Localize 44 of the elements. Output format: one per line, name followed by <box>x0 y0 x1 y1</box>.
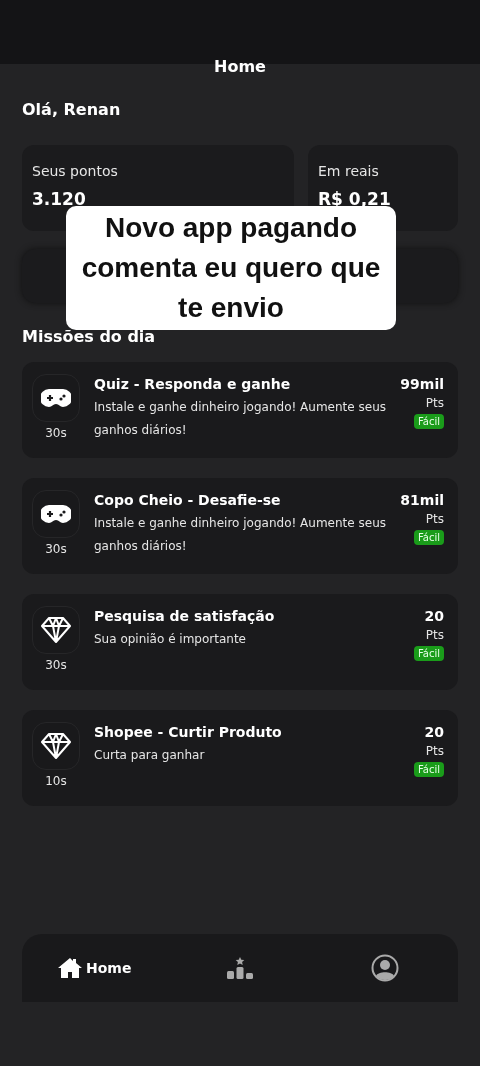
greeting: Olá, Renan <box>22 100 122 119</box>
difficulty-tag: Fácil <box>413 414 444 429</box>
gamepad-icon <box>41 388 71 408</box>
section-title: Missões do dia <box>22 327 157 346</box>
mission-description: Instale e ganhe dinheiro jogando! Aumente seus ganhos diários! <box>94 515 387 555</box>
points-unit: Pts <box>425 512 444 526</box>
home-icon <box>57 957 82 979</box>
duration: 30s <box>45 426 67 440</box>
points-unit: Pts <box>425 628 444 642</box>
page-title: Home <box>213 60 267 78</box>
mission-card[interactable]: 30s Copo Cheio - Desafie-se Instale e ganhe dinheiro jogando! Aumente seus ganhos diários! 81mil Pts Fácil <box>22 478 458 574</box>
mission-card[interactable]: 30s Pesquisa de satisfação Sua opinião é importante 20 Pts Fácil <box>22 594 458 690</box>
points: 81mil <box>400 492 444 508</box>
mission-description: Sua opinião é importante <box>94 631 247 648</box>
points: 20 <box>424 608 444 624</box>
points-unit: Pts <box>425 744 444 758</box>
points-unit: Pts <box>425 396 444 410</box>
podium-icon <box>226 957 254 979</box>
mission-title: Shopee - Curtir Produto <box>94 724 283 740</box>
points: 99mil <box>400 376 444 392</box>
duration: 10s <box>45 774 67 788</box>
mission-title: Copo Cheio - Desafie-se <box>94 492 282 508</box>
duration: 30s <box>45 542 67 556</box>
points: 20 <box>424 724 444 740</box>
difficulty-tag: Fácil <box>413 646 444 661</box>
stat-value: R$ 0,21 <box>318 189 392 209</box>
mission-title: Pesquisa de satisfação <box>94 608 276 624</box>
gamepad-icon <box>41 504 71 524</box>
diamond-icon <box>41 733 71 759</box>
difficulty-tag: Fácil <box>413 762 444 777</box>
stat-label: Seus pontos <box>32 163 119 179</box>
diamond-icon <box>41 617 71 643</box>
duration: 30s <box>45 658 67 672</box>
mission-title: Quiz - Responda e ganhe <box>94 376 292 392</box>
stat-value: 3.120 <box>32 189 87 209</box>
profile-icon <box>371 954 400 982</box>
caption-toast: Novo app pagando comenta eu quero que te envio <box>66 206 396 330</box>
stat-label: Em reais <box>318 163 380 179</box>
mission-card[interactable]: 30s Quiz - Responda e ganhe Instale e ganhe dinheiro jogando! Aumente seus ganhos diários! 99mil Pts Fácil <box>22 362 458 458</box>
difficulty-tag: Fácil <box>413 530 444 545</box>
mission-description: Curta para ganhar <box>94 747 206 764</box>
mission-description: Instale e ganhe dinheiro jogando! Aumente seus ganhos diários! <box>94 399 387 439</box>
mission-card[interactable]: 10s Shopee - Curtir Produto Curta para ganhar 20 Pts Fácil <box>22 710 458 806</box>
nav-tab[interactable]: Home <box>53 953 136 983</box>
